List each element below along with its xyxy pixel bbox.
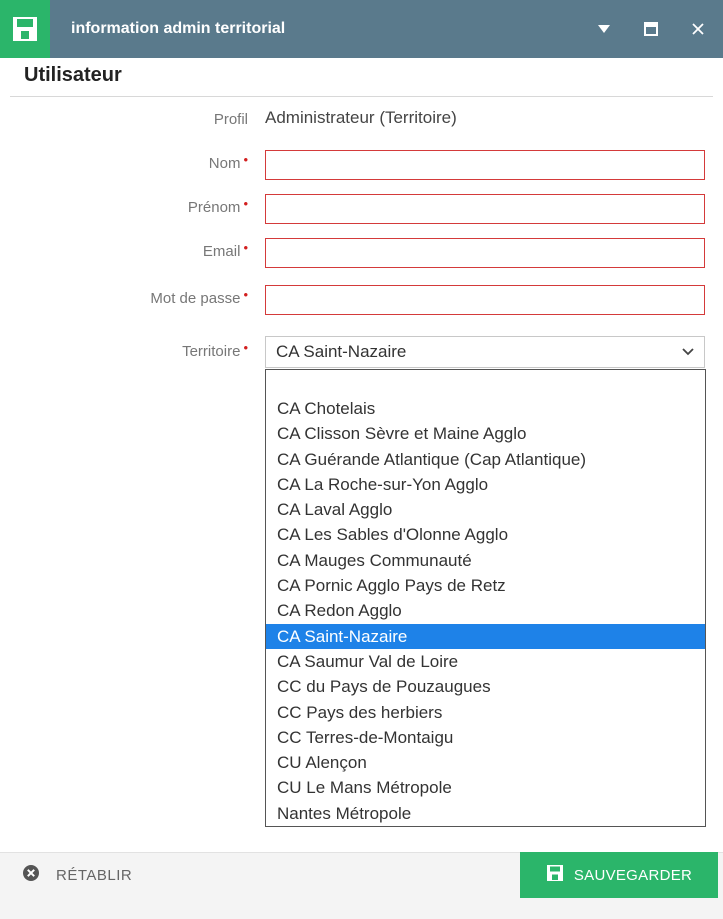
dropdown-option[interactable]: CC Pays des herbiers [266,700,705,725]
dropdown-option[interactable]: CC Terres-de-Montaigu [266,725,705,750]
dropdown-option[interactable]: CA Guérande Atlantique (Cap Atlantique) [266,447,705,472]
save-button[interactable]: SAUVEGARDER [520,852,718,898]
chevron-down-icon [682,337,694,367]
reset-label: RÉTABLIR [56,866,133,884]
window-icon[interactable] [634,0,668,58]
dropdown-option[interactable]: CA Les Sables d'Olonne Agglo [266,522,705,547]
required-marker: • [243,340,248,355]
window-titlebar: information admin territorial [0,0,723,58]
territoire-selected-value: CA Saint-Nazaire [276,342,407,361]
dropdown-option[interactable]: CU Alençon [266,750,705,775]
dropdown-option[interactable]: CA Chotelais [266,396,705,421]
required-marker: • [243,152,248,167]
territoire-label: Territoire • [182,340,248,360]
required-marker: • [243,287,248,302]
dropdown-option[interactable]: CA Redon Agglo [266,598,705,623]
caret-down-icon[interactable] [587,0,621,58]
dropdown-option[interactable]: CC du Pays de Pouzaugues [266,674,705,699]
profil-value: Administrateur (Territoire) [265,108,457,127]
close-icon[interactable] [681,0,715,58]
password-input[interactable] [265,285,705,315]
required-marker: • [243,240,248,255]
territoire-dropdown-list[interactable]: CA Chotelais CA Clisson Sèvre et Maine Ag… [265,369,706,827]
territoire-select[interactable]: CA Saint-Nazaire [265,336,705,368]
required-marker: • [243,196,248,211]
prenom-label: Prénom • [187,196,248,216]
profil-label: Profil [213,111,248,128]
section-divider [10,96,713,97]
dropdown-option[interactable]: CA Laval Agglo [266,497,705,522]
dropdown-option[interactable]: CA Clisson Sèvre et Maine Agglo [266,421,705,446]
mot-de-passe-label: Mot de passe • [150,287,248,307]
prenom-input[interactable] [265,194,705,224]
window-title: information admin territorial [71,20,286,37]
dropdown-option[interactable]: CA Saumur Val de Loire [266,649,705,674]
section-title: Utilisateur [24,64,122,86]
reset-button[interactable]: RÉTABLIR [22,860,132,890]
dropdown-option[interactable]: CA Pornic Agglo Pays de Retz [266,573,705,598]
dropdown-option[interactable]: CA Mauges Communauté [266,548,705,573]
floppy-save-icon [0,0,50,58]
dropdown-option[interactable]: CA La Roche-sur-Yon Agglo [266,472,705,497]
dropdown-option[interactable]: CU Le Mans Métropole [266,775,705,800]
dropdown-option[interactable]: CA Saint-Nazaire [266,623,705,649]
email-input[interactable] [265,238,705,268]
email-label: Email • [202,240,248,260]
nom-input[interactable] [265,150,705,180]
save-label: SAUVEGARDER [573,866,693,884]
nom-label: Nom • [208,152,248,172]
close-circle-icon [22,864,40,886]
floppy-save-icon [546,864,564,886]
dropdown-option[interactable]: Nantes Métropole [266,801,705,826]
